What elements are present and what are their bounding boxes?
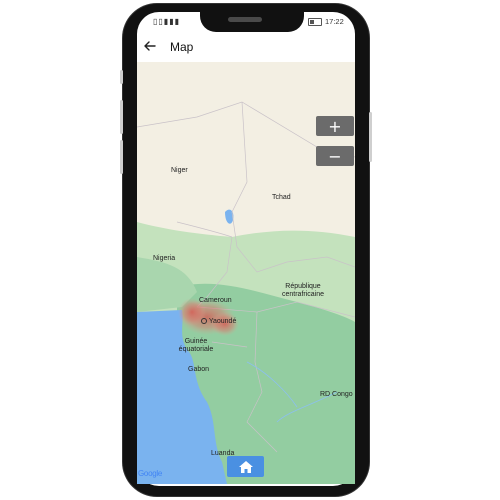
attribution-text: Google [138,469,162,478]
battery-icon [308,17,322,26]
phone-speaker [228,17,262,22]
map-label-guinee: Guinée équatoriale [178,338,214,353]
signal-indicator: ▯▯▮▮▮ [153,17,181,26]
google-logo: Google [138,469,162,478]
status-time: 17:22 [325,17,344,26]
phone-side-button [369,112,372,162]
city-dot-icon [201,318,207,325]
phone-side-button [120,140,123,174]
status-right: 17:22 [308,17,344,26]
zoom-in-button[interactable]: + [316,116,354,136]
map-label-tchad: Tchad [272,194,291,201]
map-label-nigeria: Nigeria [153,255,176,262]
map-label-yaounde: Yaoundé [201,318,236,326]
map-label-yaounde-text: Yaoundé [208,318,237,325]
map-label-gabon: Gabon [188,366,210,373]
zoom-out-button[interactable]: − [316,146,354,166]
arrow-left-icon[interactable] [142,38,158,54]
map-label-rca: République centrafricaine [281,283,325,298]
home-button[interactable] [227,456,264,477]
phone-side-button [120,100,123,134]
map-label-cameroun: Cameroun [199,297,232,304]
device-stage: ▯▯▮▮▮ 17:22 Map Niger Tchad Nigeria Came… [0,0,500,500]
phone-side-button [120,70,123,84]
page-title: Map [170,40,194,54]
map-label-niger: Niger [171,167,188,174]
home-icon [238,460,253,473]
map-label-rdc: RD Congo [320,391,353,398]
